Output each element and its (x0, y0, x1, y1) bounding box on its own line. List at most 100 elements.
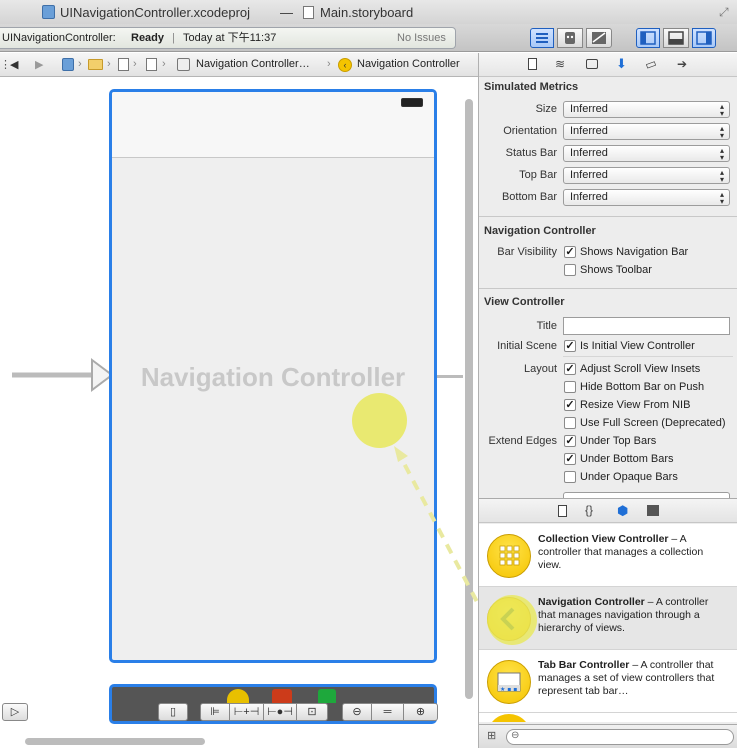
right-panel-icon (696, 31, 712, 45)
align-icon: ⊫ (210, 706, 220, 718)
file-template-library-icon[interactable] (558, 505, 567, 517)
view-controller-section-title: View Controller (484, 296, 565, 308)
fullscreen-icon[interactable]: ⤢ (719, 5, 729, 20)
under-top-bars-checkbox[interactable]: ✓ (564, 435, 576, 447)
collection-view-controller-icon (487, 534, 531, 578)
title-separator: — (280, 5, 293, 20)
folder-icon[interactable] (88, 59, 103, 70)
resize-view-checkbox[interactable]: ✓ (564, 399, 576, 411)
status-bar-select[interactable]: Inferred ▴ ▾ (563, 145, 730, 162)
under-bottom-bars-label: Under Bottom Bars (580, 453, 674, 465)
hide-bottom-bar-label: Hide Bottom Bar on Push (580, 381, 705, 393)
media-library-icon[interactable] (647, 505, 659, 516)
zoom-fit-button[interactable]: ═ (371, 703, 404, 721)
next-item-icon (487, 714, 531, 722)
shows-navigation-bar-label: Shows Navigation Bar (580, 246, 689, 258)
identity-inspector-icon[interactable] (586, 59, 598, 69)
grid-view-icon[interactable]: ⊞ (487, 729, 496, 742)
bar-visibility-label: Bar Visibility (497, 246, 557, 258)
activity-separator: | (172, 32, 175, 44)
library-item-name: Navigation Controller (538, 596, 645, 608)
initial-scene-arrow-icon (12, 358, 114, 392)
zoom-in-button[interactable]: ⊕ (403, 703, 438, 721)
storyboard-crumb-icon[interactable] (118, 58, 129, 71)
crumb-chevron-icon: › (133, 58, 137, 70)
scene-crumb[interactable]: Navigation Controller… (196, 58, 310, 70)
resolve-button[interactable]: ⊢●⊣ (263, 703, 297, 721)
dock-exit-icon[interactable] (272, 689, 292, 703)
orientation-select[interactable]: Inferred ▴ ▾ (563, 123, 730, 140)
scene-crumb-icon[interactable] (177, 58, 190, 71)
crumb-chevron-icon: › (78, 58, 82, 70)
canvas-horizontal-scrollbar[interactable] (25, 738, 205, 745)
drag-path-icon (394, 446, 487, 618)
adjust-scroll-checkbox[interactable]: ✓ (564, 363, 576, 375)
library-filter-field[interactable]: ⊖ (506, 729, 734, 745)
hide-bottom-bar-checkbox[interactable] (564, 381, 576, 393)
project-icon (42, 5, 55, 19)
code-snippet-library-icon[interactable]: {} (585, 503, 593, 517)
library-item[interactable]: Collection View Controller – A controlle… (479, 524, 737, 587)
use-full-screen-label: Use Full Screen (Deprecated) (580, 417, 726, 429)
title-input[interactable] (563, 317, 730, 335)
section-divider (479, 288, 737, 289)
adjust-scroll-label: Adjust Scroll View Insets (580, 363, 701, 375)
shows-navigation-bar-checkbox[interactable]: ✓ (564, 246, 576, 258)
object-library-icon[interactable]: ⬢ (617, 503, 628, 519)
size-inspector-icon[interactable]: ▭ (643, 55, 658, 72)
initial-scene-label: Initial Scene (497, 340, 557, 352)
document-outline-toggle[interactable]: ▷ (2, 703, 28, 721)
file-inspector-icon[interactable] (528, 58, 537, 70)
shows-toolbar-label: Shows Toolbar (580, 264, 652, 276)
resizing-button[interactable]: ⊡ (296, 703, 328, 721)
storyboard-file-icon (303, 6, 314, 19)
assistant-editor-button[interactable] (557, 28, 583, 48)
standard-editor-button[interactable] (530, 28, 554, 48)
storyboard-base-crumb-icon[interactable] (146, 58, 157, 71)
zoom-out-button[interactable]: ⊖ (342, 703, 372, 721)
file-name: Main.storyboard (320, 5, 414, 20)
nav-controller-crumb-icon[interactable]: ‹ (338, 58, 352, 72)
object-crumb[interactable]: Navigation Controller (357, 58, 460, 70)
debug-toggle-button[interactable] (663, 28, 689, 48)
project-crumb-icon[interactable] (62, 58, 74, 71)
stepper-arrows-icon: ▴ ▾ (719, 190, 724, 206)
navigator-toggle-button[interactable] (636, 28, 660, 48)
top-bar-select[interactable]: Inferred ▴ ▾ (563, 167, 730, 184)
utilities-toggle-button[interactable] (692, 28, 716, 48)
under-bottom-bars-checkbox[interactable]: ✓ (564, 453, 576, 465)
bottom-bar-select[interactable]: Inferred ▴ ▾ (563, 189, 730, 206)
resize-view-label: Resize View From NIB (580, 399, 691, 411)
device-icon: ▯ (169, 706, 177, 718)
extend-edges-label: Extend Edges (488, 435, 558, 447)
quick-help-icon[interactable]: ≋ (555, 57, 565, 71)
forward-arrow-icon[interactable]: ▶ (35, 58, 43, 71)
shows-toolbar-checkbox[interactable] (564, 264, 576, 276)
version-editor-button[interactable] (586, 28, 612, 48)
issues-status[interactable]: No Issues (397, 28, 446, 48)
zoom-in-icon: ⊕ (415, 706, 426, 718)
is-initial-checkbox[interactable]: ✓ (564, 340, 576, 352)
under-opaque-bars-checkbox[interactable] (564, 471, 576, 483)
connections-inspector-icon[interactable]: ➔ (677, 57, 687, 71)
attributes-inspector-icon[interactable]: ⬇ (616, 56, 627, 72)
jump-bar: ⋮ ◀ ▶ › › › › Navigation Controller… › ‹… (0, 53, 478, 77)
tab-bar-controller-icon: ★ ▪ ▪ (487, 660, 531, 704)
use-full-screen-checkbox[interactable] (564, 417, 576, 429)
size-select[interactable]: Inferred ▴ ▾ (563, 101, 730, 118)
library-item-name: Collection View Controller (538, 533, 669, 545)
resizing-icon: ⊡ (307, 706, 317, 718)
storyboard-canvas[interactable]: Navigation Controller ▷ ▯ ⊫ ⊢+⊣ ⊢●⊣ ⊡ ⊖ … (0, 77, 487, 748)
pin-button[interactable]: ⊢+⊣ (229, 703, 264, 721)
assistant-icon (565, 32, 575, 44)
project-name: UINavigationController.xcodeproj (60, 5, 251, 20)
bottom-bar-label: Bottom Bar (501, 191, 557, 203)
search-icon: ⊖ (511, 730, 520, 741)
align-button[interactable]: ⊫ (200, 703, 230, 721)
navigation-controller-scene[interactable]: Navigation Controller (109, 89, 437, 663)
stepper-arrows-icon: ▴ ▾ (719, 146, 724, 162)
library-item[interactable]: ★ ▪ ▪ Tab Bar Controller – A controller … (479, 650, 737, 713)
form-factor-button[interactable]: ▯ (158, 703, 188, 721)
dock-segue-icon[interactable] (318, 689, 336, 703)
back-arrow-icon[interactable]: ◀ (10, 58, 18, 71)
